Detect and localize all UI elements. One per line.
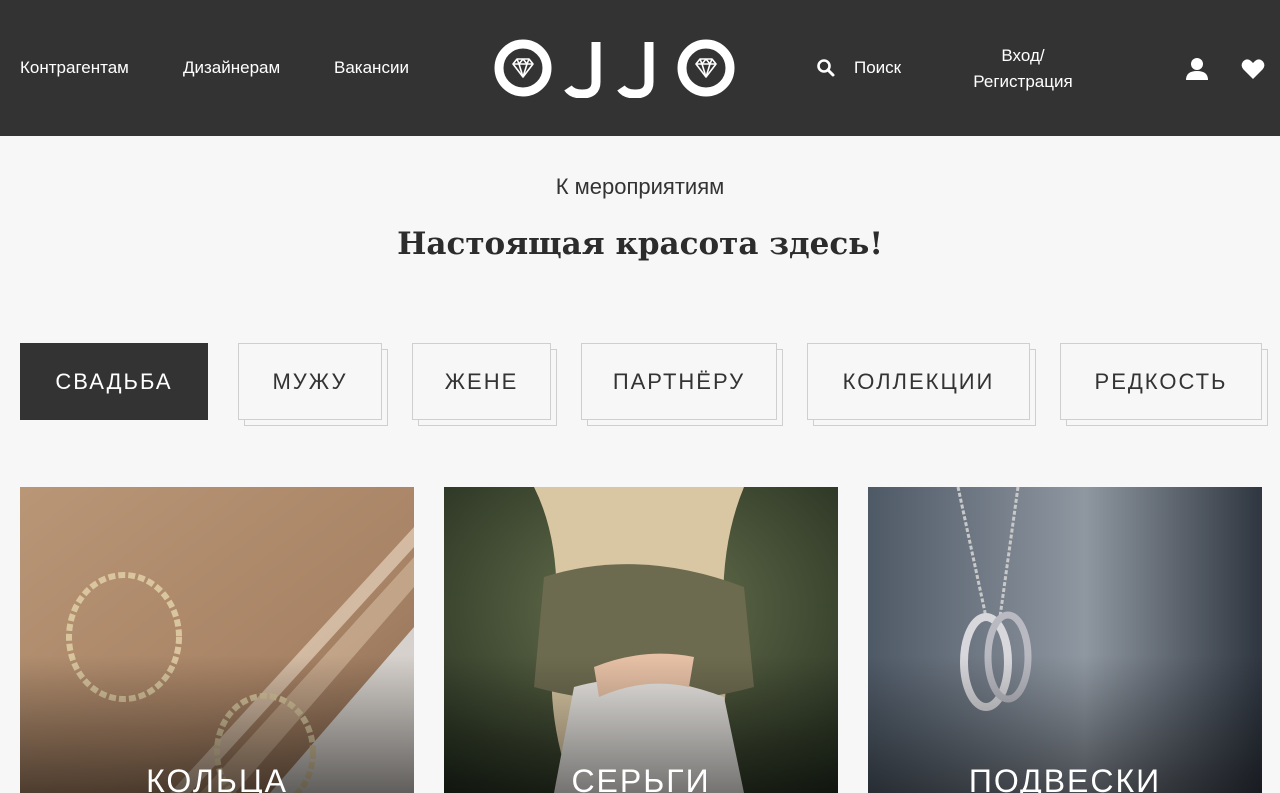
tab-wedding[interactable]: СВАДЬБА bbox=[20, 343, 208, 420]
search-icon bbox=[817, 59, 835, 77]
earrings-photo bbox=[20, 487, 414, 793]
category-title: ПОДВЕСКИ bbox=[968, 763, 1162, 793]
category-card-pendants[interactable]: ПОДВЕСКИ bbox=[868, 487, 1262, 793]
nav-link-contractors[interactable]: Контрагентам bbox=[20, 58, 129, 78]
login-register-link[interactable]: Вход/ Регистрация bbox=[960, 43, 1086, 95]
back-to-events-link[interactable]: К мероприятиям bbox=[0, 174, 1280, 200]
category-card-earrings[interactable]: СЕРЬГИ bbox=[444, 487, 838, 793]
tab-wife[interactable]: ЖЕНЕ bbox=[412, 343, 551, 420]
tab-partner[interactable]: ПАРТНЁРУ bbox=[581, 343, 777, 420]
nav-link-designers[interactable]: Дизайнерам bbox=[183, 58, 280, 78]
category-title: КОЛЬЦА bbox=[146, 763, 288, 793]
model-photo bbox=[444, 487, 838, 793]
search-label: Поиск bbox=[854, 58, 902, 77]
tab-rarity[interactable]: РЕДКОСТЬ bbox=[1060, 343, 1262, 420]
category-title: СЕРЬГИ bbox=[571, 763, 711, 793]
user-icon[interactable] bbox=[1184, 56, 1210, 82]
tab-husband[interactable]: МУЖУ bbox=[238, 343, 382, 420]
nav-link-vacancies[interactable]: Вакансии bbox=[334, 58, 409, 78]
register-label: Регистрация bbox=[973, 72, 1073, 91]
pendant-photo bbox=[868, 487, 1262, 793]
category-card-rings[interactable]: КОЛЬЦА bbox=[20, 487, 414, 793]
search-button[interactable]: Поиск bbox=[816, 58, 901, 78]
heart-icon[interactable] bbox=[1240, 56, 1266, 82]
site-header: Контрагентам Дизайнерам Вакансии Поиск В… bbox=[0, 0, 1280, 136]
page-headline: Настоящая красота здесь! bbox=[397, 226, 883, 262]
login-label: Вход/ bbox=[1001, 46, 1045, 65]
ojjo-logo[interactable] bbox=[494, 38, 736, 98]
tab-collections[interactable]: КОЛЛЕКЦИИ bbox=[807, 343, 1030, 420]
